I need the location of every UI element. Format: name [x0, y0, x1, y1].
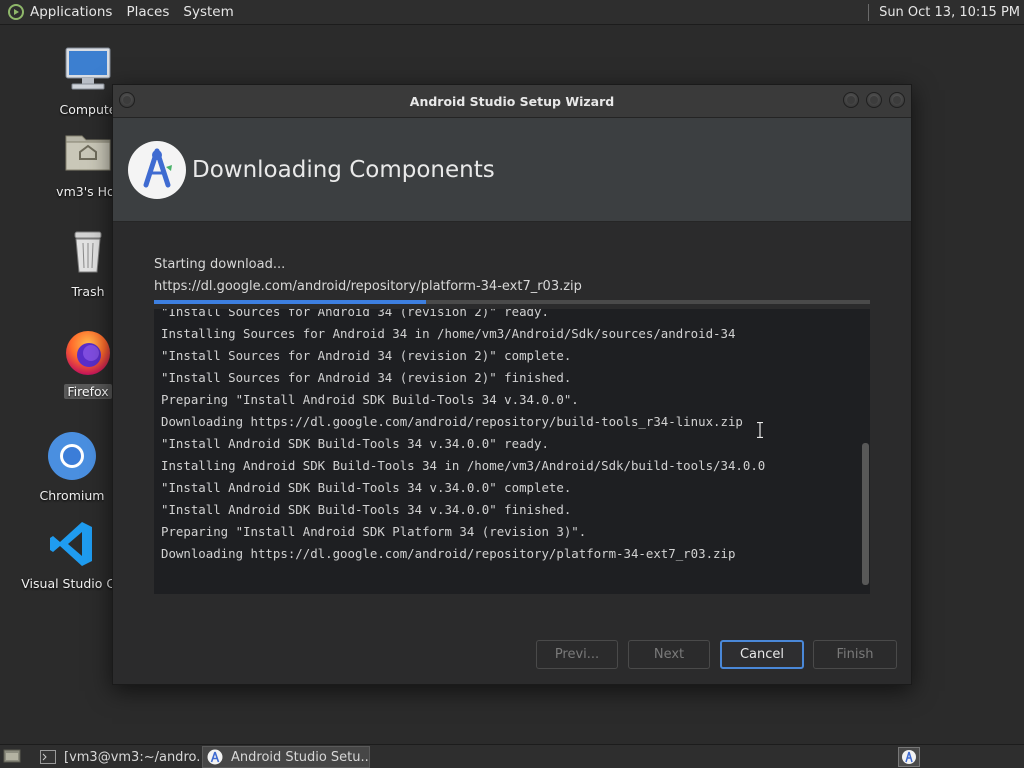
log-line: Preparing "Install Android SDK Build-Too…: [161, 392, 579, 407]
log-line: "Install Sources for Android 34 (revisio…: [161, 309, 549, 319]
taskbar-item-android-studio[interactable]: Android Studio Setu...: [202, 746, 370, 768]
chromium-icon: [48, 432, 96, 480]
panel-separator: [868, 4, 870, 21]
previous-button[interactable]: Previ...: [536, 640, 618, 669]
next-button[interactable]: Next: [628, 640, 710, 669]
page-title: Downloading Components: [192, 156, 495, 183]
window-title: Android Studio Setup Wizard: [409, 93, 615, 109]
log-line: "Install Android SDK Build-Tools 34 v.34…: [161, 502, 572, 517]
install-log[interactable]: "Install Sources for Android 34 (revisio…: [154, 309, 870, 594]
close-button[interactable]: [889, 92, 905, 108]
home-folder-icon: [65, 135, 111, 171]
terminal-icon: [40, 750, 56, 764]
log-scrollbar-thumb[interactable]: [862, 443, 869, 585]
text-cursor-icon: [757, 422, 763, 438]
taskbar-item-terminal[interactable]: [vm3@vm3:~/andro...: [36, 746, 200, 768]
tray-android-studio-icon[interactable]: [898, 747, 920, 767]
desktop-icon-label: vm3's Hor: [56, 184, 120, 199]
trash-icon: [74, 231, 102, 273]
window-menu-button[interactable]: [119, 92, 135, 108]
log-line: Preparing "Install Android SDK Platform …: [161, 524, 587, 539]
minimize-button[interactable]: [843, 92, 859, 108]
log-line: "Install Sources for Android 34 (revisio…: [161, 348, 572, 363]
places-menu[interactable]: Places: [126, 4, 169, 20]
system-menu[interactable]: System: [183, 4, 233, 20]
distro-logo-icon[interactable]: [8, 4, 24, 20]
show-desktop-icon[interactable]: [3, 748, 21, 764]
log-line: Downloading https://dl.google.com/androi…: [161, 546, 736, 561]
setup-wizard-window: Android Studio Setup Wizard Downloading …: [112, 84, 912, 685]
android-studio-logo-icon: [128, 140, 186, 199]
log-line: Installing Android SDK Build-Tools 34 in…: [161, 458, 766, 473]
cancel-button[interactable]: Cancel: [720, 640, 804, 669]
log-line: "Install Sources for Android 34 (revisio…: [161, 370, 572, 385]
android-studio-task-icon: [207, 749, 223, 765]
log-line: Downloading https://dl.google.com/androi…: [161, 414, 743, 429]
desktop-icon-label: Trash: [71, 284, 105, 299]
desktop-icon-chromium[interactable]: Chromium: [20, 430, 124, 507]
progress-fill: [154, 300, 427, 304]
window-titlebar[interactable]: Android Studio Setup Wizard: [113, 85, 911, 118]
bottom-panel: [vm3@vm3:~/andro... Android Studio Setu.…: [0, 744, 1024, 768]
download-status: Starting download...: [154, 257, 286, 272]
taskbar-item-label: [vm3@vm3:~/andro...: [64, 749, 200, 765]
top-panel: Applications Places System Sun Oct 13, 1…: [0, 0, 1024, 25]
log-line: "Install Android SDK Build-Tools 34 v.34…: [161, 480, 572, 495]
applications-menu[interactable]: Applications: [30, 4, 112, 20]
log-line: "Install Android SDK Build-Tools 34 v.34…: [161, 436, 549, 451]
log-scrollbar[interactable]: [862, 309, 869, 594]
maximize-button[interactable]: [866, 92, 882, 108]
download-url: https://dl.google.com/android/repository…: [154, 279, 582, 294]
clock[interactable]: Sun Oct 13, 10:15 PM: [879, 5, 1020, 20]
firefox-icon: [66, 331, 110, 375]
finish-button[interactable]: Finish: [813, 640, 897, 669]
vscode-icon: [50, 522, 92, 566]
desktop-icon-label: Visual Studio Co: [21, 576, 123, 591]
taskbar-item-label: Android Studio Setu...: [231, 749, 370, 765]
download-progress-bar: [154, 300, 870, 304]
computer-icon: [65, 47, 111, 90]
desktop-icon-label: Firefox: [64, 384, 112, 399]
desktop-icon-label: Chromium: [39, 488, 105, 503]
desktop-icon-label: Compute: [59, 102, 117, 117]
desktop-icon-vscode[interactable]: Visual Studio Co: [20, 518, 124, 595]
wizard-header: Downloading Components: [113, 118, 911, 222]
log-line: Installing Sources for Android 34 in /ho…: [161, 326, 736, 341]
